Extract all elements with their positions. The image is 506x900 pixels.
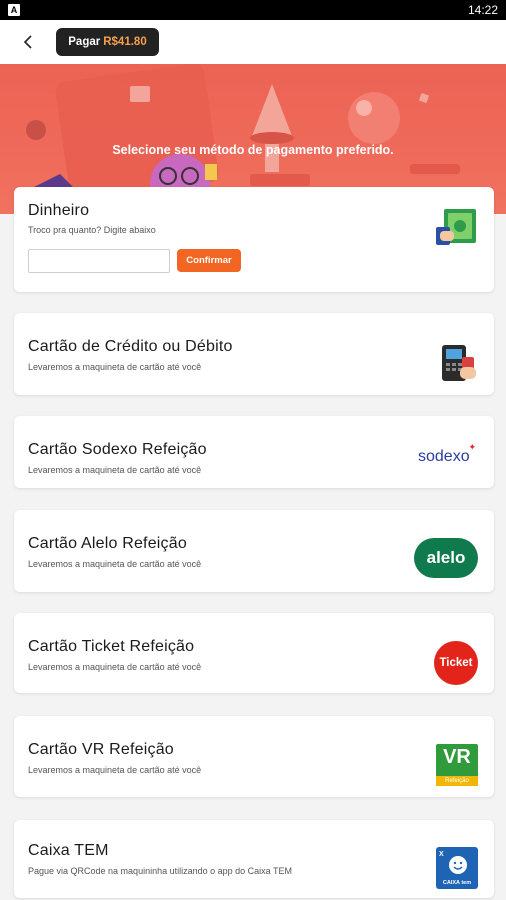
method-title: Cartão Sodexo Refeição [28, 441, 207, 458]
ticket-logo-text: Ticket [439, 657, 473, 669]
chevron-left-icon [23, 35, 32, 49]
ticket-logo: Ticket [434, 641, 478, 685]
cash-title: Dinheiro [28, 202, 90, 219]
method-title: Caixa TEM [28, 842, 109, 859]
payment-option-sodexo[interactable]: Cartão Sodexo Refeição Levaremos a maqui… [14, 416, 494, 488]
confirm-button[interactable]: Confirmar [177, 249, 241, 272]
method-title: Cartão Alelo Refeição [28, 535, 187, 552]
card-machine-icon [442, 345, 476, 381]
svg-text:X: X [439, 851, 444, 858]
sodexo-star-icon: ✦ [468, 442, 476, 452]
pay-label: Pagar [68, 36, 101, 48]
hero-text: Selecione seu método de pagamento prefer… [112, 143, 394, 157]
payment-option-cash[interactable]: Dinheiro Troco pra quanto? Digite abaixo… [14, 187, 494, 292]
payment-option-credit-debit[interactable]: Cartão de Crédito ou Débito Levaremos a … [14, 313, 494, 395]
app-notification-icon: A [8, 4, 20, 16]
sodexo-logo-text: sodexo [418, 448, 470, 465]
sodexo-logo: sodexo ✦ [418, 442, 478, 472]
payment-option-alelo[interactable]: Cartão Alelo Refeição Levaremos a maquin… [14, 510, 494, 592]
cash-icon [436, 209, 476, 245]
pay-amount: R$41.80 [103, 36, 147, 48]
pay-button[interactable]: Pagar R$41.80 [56, 28, 159, 56]
vr-logo-subtext: Refeição [436, 776, 478, 786]
status-time: 14:22 [467, 3, 498, 17]
method-title: Cartão de Crédito ou Débito [28, 338, 233, 355]
caixa-tem-logo-text: CAIXA tem [442, 880, 472, 886]
method-subtitle: Levaremos a maquineta de cartão até você [28, 559, 202, 569]
payment-option-ticket[interactable]: Cartão Ticket Refeição Levaremos a maqui… [14, 613, 494, 693]
method-subtitle: Levaremos a maquineta de cartão até você [28, 465, 202, 475]
caixa-tem-logo: X CAIXA tem [436, 847, 478, 889]
method-subtitle: Levaremos a maquineta de cartão até você [28, 362, 202, 372]
method-subtitle: Levaremos a maquineta de cartão até você [28, 662, 202, 672]
alelo-logo: alelo [414, 538, 478, 578]
method-subtitle: Pague via QRCode na maquininha utilizand… [28, 866, 292, 876]
back-button[interactable] [14, 29, 42, 55]
payment-option-caixa-tem[interactable]: Caixa TEM Pague via QRCode na maquininha… [14, 820, 494, 898]
vr-logo: VR Refeição [436, 744, 478, 786]
app-bar: Pagar R$41.80 [0, 20, 506, 64]
alelo-logo-text: alelo [426, 548, 466, 567]
cash-subtitle: Troco pra quanto? Digite abaixo [28, 225, 156, 235]
vr-logo-text: VR [443, 746, 471, 768]
method-title: Cartão VR Refeição [28, 741, 174, 758]
change-amount-input[interactable] [28, 249, 170, 273]
method-subtitle: Levaremos a maquineta de cartão até você [28, 765, 202, 775]
status-bar: A 14:22 [0, 0, 506, 20]
payment-option-vr[interactable]: Cartão VR Refeição Levaremos a maquineta… [14, 716, 494, 797]
method-title: Cartão Ticket Refeição [28, 638, 195, 655]
